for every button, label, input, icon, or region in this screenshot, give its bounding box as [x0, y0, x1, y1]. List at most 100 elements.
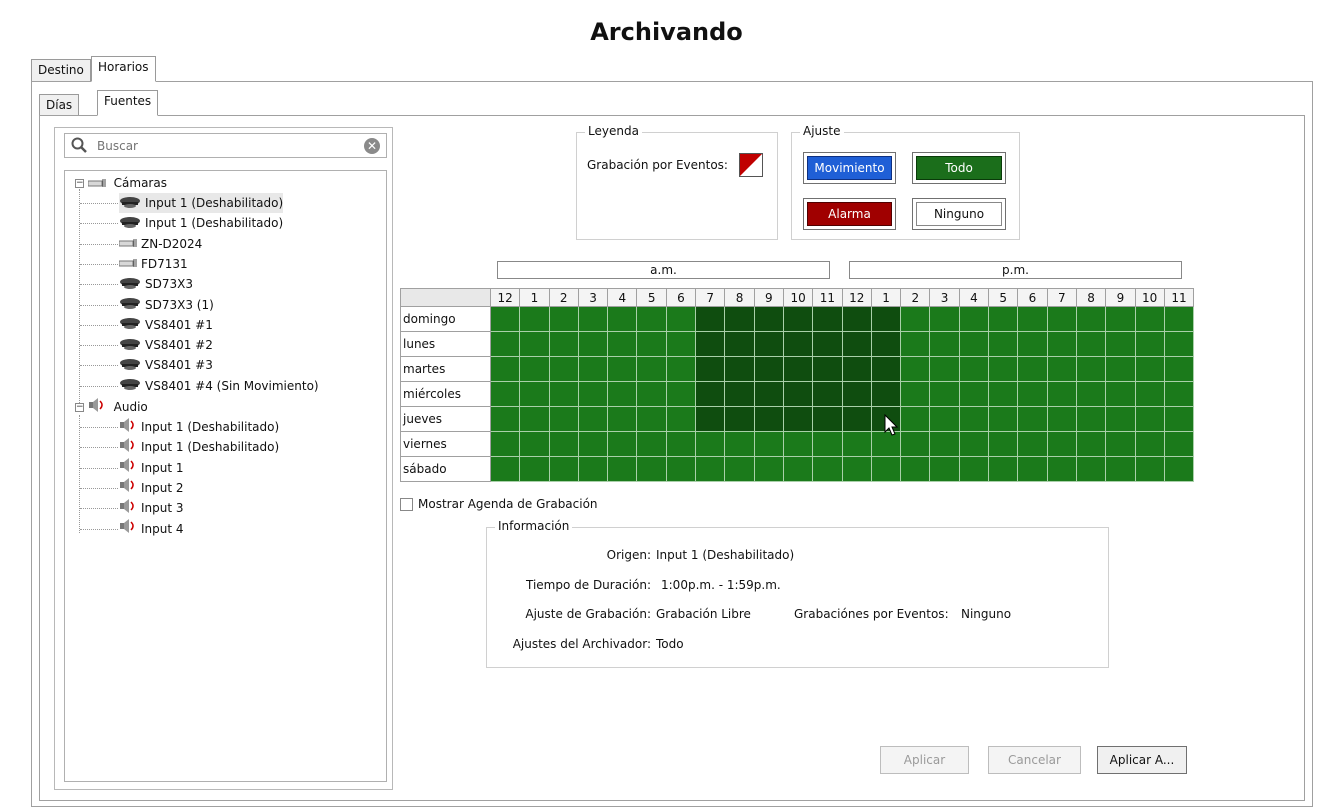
schedule-cell[interactable] — [1075, 431, 1107, 457]
schedule-cell[interactable] — [695, 356, 726, 382]
schedule-cell[interactable] — [1075, 406, 1107, 432]
schedule-cell[interactable] — [1163, 306, 1195, 332]
schedule-cell[interactable] — [519, 331, 550, 357]
schedule-cell[interactable] — [1134, 431, 1165, 457]
schedule-cell[interactable] — [812, 456, 843, 482]
schedule-cell[interactable] — [870, 331, 902, 357]
schedule-cell[interactable] — [695, 431, 726, 457]
schedule-cell[interactable] — [548, 306, 579, 332]
tree-item-audio[interactable]: Input 1 (Deshabilitado) — [119, 437, 279, 457]
tree-item-camera[interactable]: FD7131 — [118, 254, 188, 274]
schedule-cell[interactable] — [489, 456, 521, 482]
schedule-cell[interactable] — [548, 431, 579, 457]
schedule-cell[interactable] — [636, 456, 667, 482]
show-schedule-label[interactable]: Mostrar Agenda de Grabación — [418, 497, 598, 511]
schedule-cell[interactable] — [812, 431, 843, 457]
schedule-cell[interactable] — [519, 431, 550, 457]
tree-item-audio[interactable]: Input 2 — [119, 478, 184, 498]
schedule-cell[interactable] — [1017, 431, 1048, 457]
tab-horarios[interactable]: Horarios — [91, 56, 156, 82]
schedule-cell[interactable] — [724, 356, 755, 382]
schedule-cell[interactable] — [841, 356, 872, 382]
schedule-cell[interactable] — [1046, 381, 1077, 407]
schedule-cell[interactable] — [1017, 381, 1048, 407]
schedule-cell[interactable] — [841, 381, 872, 407]
schedule-cell[interactable] — [577, 331, 609, 357]
schedule-cell[interactable] — [900, 381, 931, 407]
schedule-cell[interactable] — [607, 356, 638, 382]
schedule-cell[interactable] — [1105, 306, 1136, 332]
schedule-cell[interactable] — [548, 356, 579, 382]
schedule-cell[interactable] — [724, 431, 755, 457]
schedule-cell[interactable] — [988, 406, 1019, 432]
schedule-cell[interactable] — [870, 381, 902, 407]
schedule-cell[interactable] — [841, 306, 872, 332]
schedule-cell[interactable] — [812, 356, 843, 382]
schedule-cell[interactable] — [665, 406, 697, 432]
schedule-cell[interactable] — [753, 331, 784, 357]
schedule-cell[interactable] — [519, 406, 550, 432]
schedule-cell[interactable] — [812, 406, 843, 432]
tree-item-camera[interactable]: ZN-D2024 — [118, 234, 202, 254]
schedule-cell[interactable] — [1163, 431, 1195, 457]
schedule-cell[interactable] — [489, 306, 521, 332]
collapse-icon[interactable]: − — [75, 179, 84, 188]
tree-item-camera[interactable]: SD73X3 — [119, 274, 193, 294]
schedule-cell[interactable] — [958, 381, 990, 407]
schedule-cell[interactable] — [1163, 381, 1195, 407]
tree-item-audio[interactable]: Input 1 (Deshabilitado) — [119, 417, 279, 437]
schedule-cell[interactable] — [1017, 331, 1048, 357]
schedule-cell[interactable] — [695, 406, 726, 432]
schedule-cell[interactable] — [636, 306, 667, 332]
schedule-cell[interactable] — [870, 456, 902, 482]
schedule-cell[interactable] — [724, 331, 755, 357]
schedule-cell[interactable] — [958, 456, 990, 482]
schedule-cell[interactable] — [753, 356, 784, 382]
schedule-cell[interactable] — [1163, 356, 1195, 382]
schedule-cell[interactable] — [958, 306, 990, 332]
schedule-cell[interactable] — [1134, 356, 1165, 382]
schedule-cell[interactable] — [665, 356, 697, 382]
schedule-cell[interactable] — [841, 406, 872, 432]
schedule-cell[interactable] — [988, 431, 1019, 457]
schedule-cell[interactable] — [988, 331, 1019, 357]
schedule-cell[interactable] — [636, 331, 667, 357]
schedule-cell[interactable] — [900, 406, 931, 432]
tree-item-camera[interactable]: VS8401 #4 (Sin Movimiento) — [119, 376, 319, 396]
schedule-cell[interactable] — [607, 306, 638, 332]
schedule-cell[interactable] — [1075, 381, 1107, 407]
movimiento-button[interactable]: Movimiento — [803, 152, 896, 184]
schedule-cell[interactable] — [519, 306, 550, 332]
schedule-cell[interactable] — [1046, 306, 1077, 332]
tree-node-audio[interactable]: − Audio — [75, 397, 148, 417]
tree-item-camera[interactable]: Input 1 (Deshabilitado) — [119, 213, 283, 233]
schedule-cell[interactable] — [900, 431, 931, 457]
schedule-cell[interactable] — [607, 406, 638, 432]
schedule-cell[interactable] — [636, 381, 667, 407]
schedule-cell[interactable] — [1075, 331, 1107, 357]
schedule-cell[interactable] — [900, 331, 931, 357]
schedule-cell[interactable] — [695, 381, 726, 407]
schedule-cell[interactable] — [1017, 406, 1048, 432]
schedule-cell[interactable] — [1046, 356, 1077, 382]
schedule-cell[interactable] — [724, 456, 755, 482]
schedule-cell[interactable] — [988, 306, 1019, 332]
schedule-cell[interactable] — [753, 381, 784, 407]
tree-item-audio[interactable]: Input 3 — [119, 498, 184, 518]
schedule-cell[interactable] — [577, 406, 609, 432]
tab-dias[interactable]: Días — [39, 94, 80, 117]
schedule-cell[interactable] — [929, 356, 960, 382]
todo-button[interactable]: Todo — [912, 152, 1006, 184]
schedule-cell[interactable] — [870, 306, 902, 332]
schedule-cell[interactable] — [1163, 406, 1195, 432]
schedule-cell[interactable] — [1105, 381, 1136, 407]
schedule-cell[interactable] — [1105, 431, 1136, 457]
schedule-cell[interactable] — [988, 381, 1019, 407]
aplicar-button[interactable]: Aplicar — [880, 746, 969, 774]
ninguno-button[interactable]: Ninguno — [912, 198, 1006, 230]
schedule-cell[interactable] — [577, 431, 609, 457]
schedule-cell[interactable] — [1134, 331, 1165, 357]
schedule-cell[interactable] — [782, 381, 814, 407]
schedule-cell[interactable] — [1075, 306, 1107, 332]
schedule-cell[interactable] — [577, 306, 609, 332]
